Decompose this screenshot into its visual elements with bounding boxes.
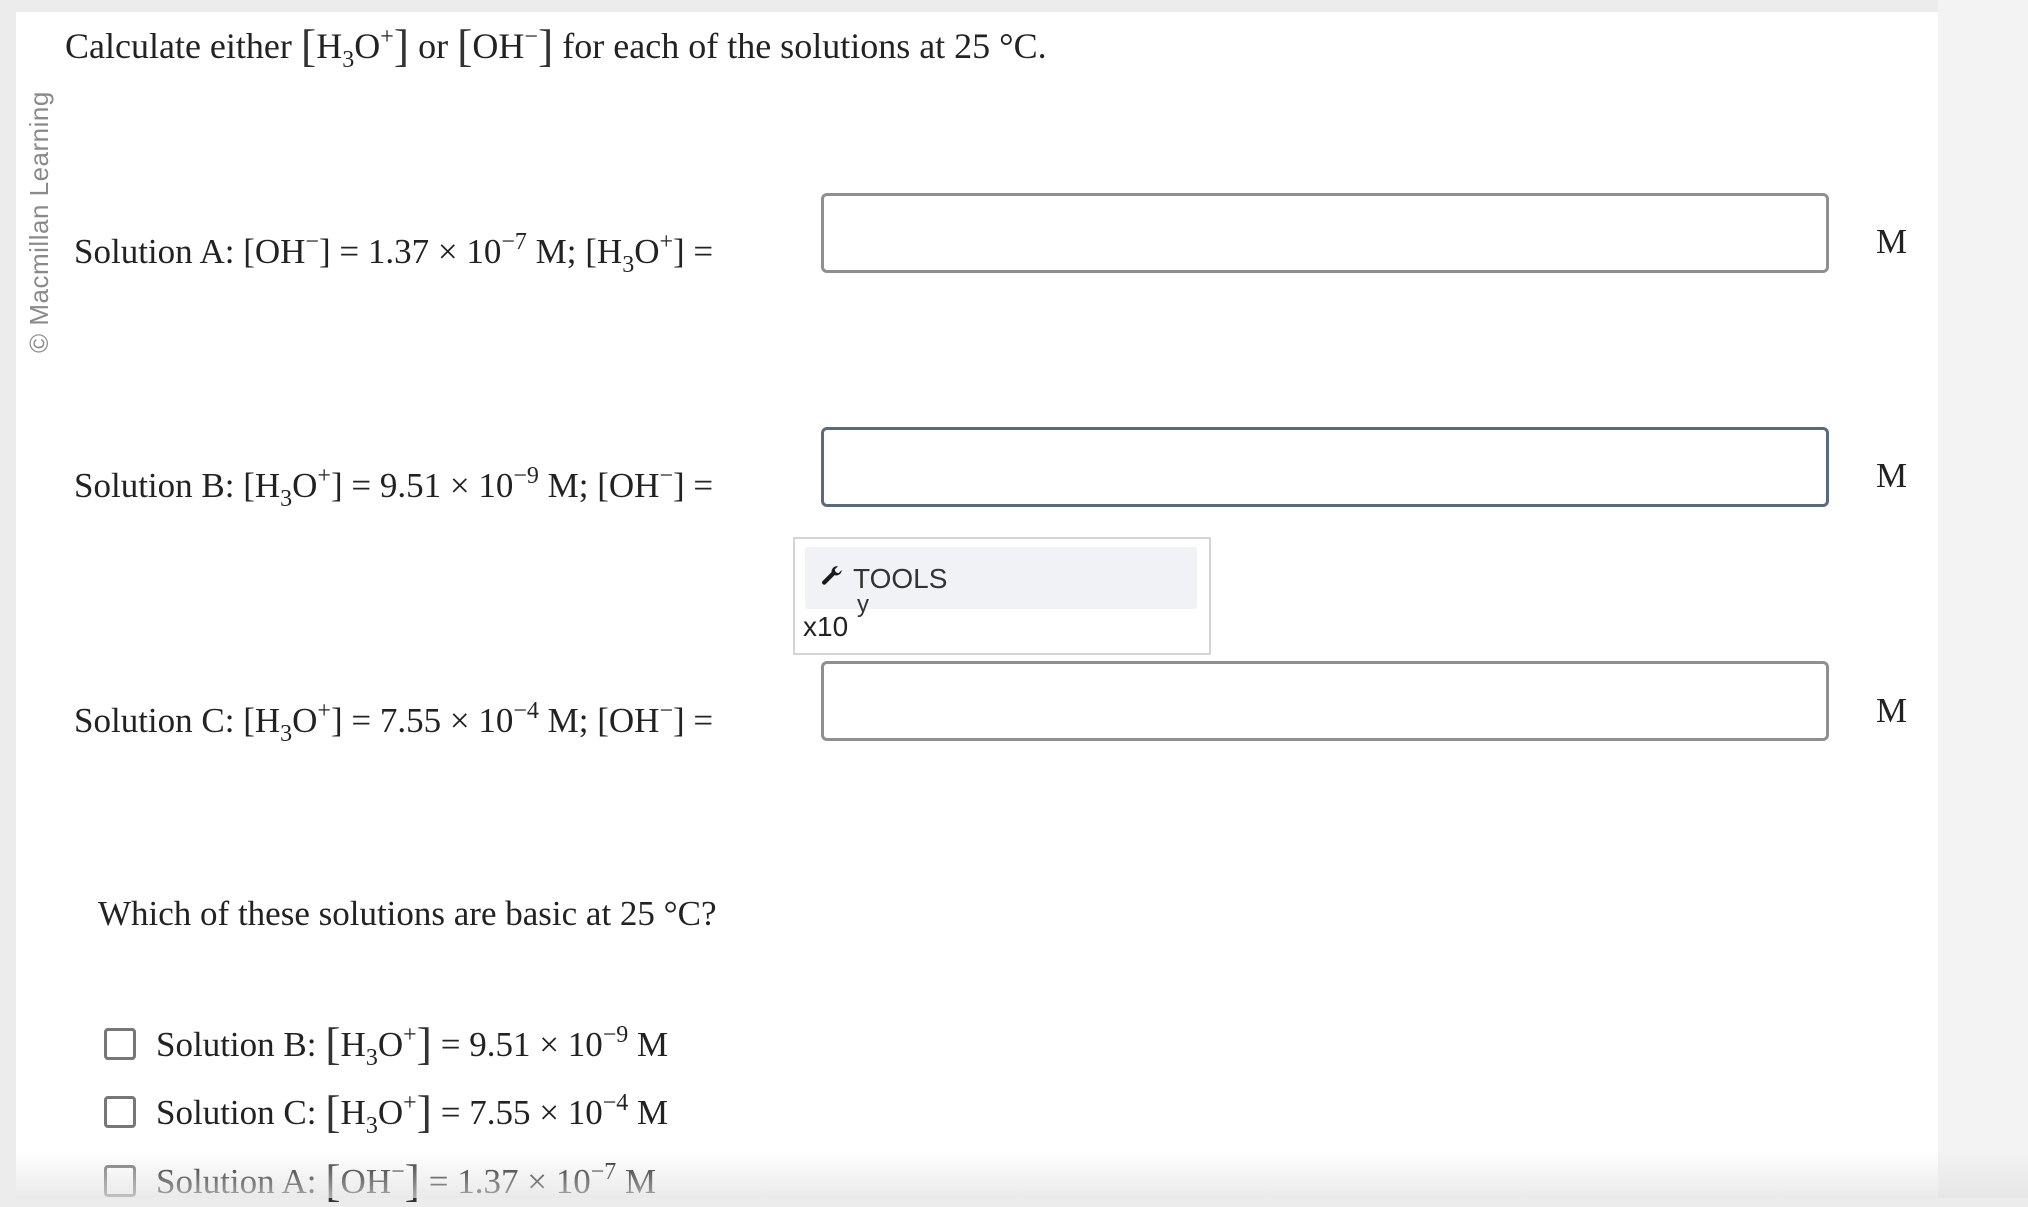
solution-b-unit: M	[1876, 456, 1908, 495]
solution-c-unit: M	[1876, 691, 1908, 730]
option-b-checkbox[interactable]	[104, 1027, 136, 1060]
option-solution-a[interactable]: Solution A: [OH−] = 1.37 × 10−7 M	[104, 1147, 656, 1207]
option-a-checkbox[interactable]	[104, 1164, 136, 1197]
tools-popup: TOOLS y x10	[793, 537, 1211, 655]
exponent-y-label: y	[857, 591, 869, 618]
copyright-credit: © Macmillan Learning	[24, 91, 54, 353]
option-c-checkbox[interactable]	[104, 1095, 136, 1128]
prompt-end: for each of the solutions at 25 °C.	[562, 26, 1047, 66]
wrench-icon	[822, 566, 842, 585]
solution-a-answer-input[interactable]	[821, 193, 1829, 273]
solution-b-answer-input[interactable]	[821, 427, 1829, 507]
prompt-start: Calculate either	[65, 26, 292, 66]
option-solution-c[interactable]: Solution C: [H3O+] = 7.55 × 10−4 M	[104, 1078, 668, 1151]
solution-a-unit: M	[1876, 222, 1908, 261]
option-solution-b[interactable]: Solution B: [H3O+] = 9.51 × 10−9 M	[104, 1010, 668, 1083]
question-prompt: Calculate either [H3O+] or [OH−] for eac…	[65, 20, 1047, 74]
solution-b-equation: Solution B: [H3O+] = 9.51 × 10−9 M; [OH−…	[74, 463, 714, 512]
right-gutter	[1938, 0, 2028, 1198]
prompt-or: or	[418, 26, 449, 66]
solution-c-equation: Solution C: [H3O+] = 7.55 × 10−4 M; [OH−…	[74, 698, 714, 747]
basic-solutions-question: Which of these solutions are basic at 25…	[98, 894, 717, 933]
scientific-notation-button[interactable]: x10	[803, 611, 848, 643]
tools-button[interactable]: TOOLS y	[805, 547, 1197, 618]
solution-c-answer-input[interactable]	[821, 661, 1829, 741]
solution-a-equation: Solution A: [OH−] = 1.37 × 10−7 M; [H3O+…	[74, 229, 714, 278]
